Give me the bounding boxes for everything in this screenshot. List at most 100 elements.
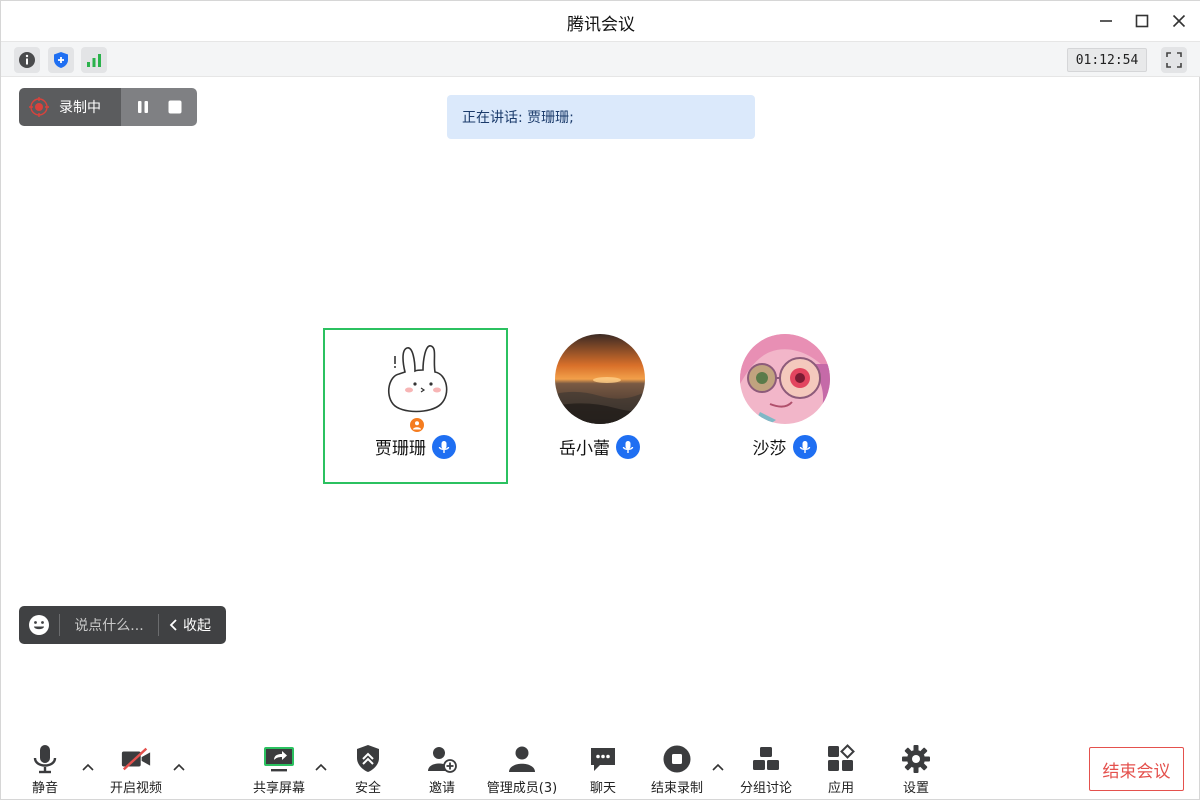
stop-recording-button[interactable] <box>163 95 187 119</box>
pause-recording-button[interactable] <box>131 95 155 119</box>
bunny-avatar-image <box>387 345 447 413</box>
microphone-icon <box>622 440 634 453</box>
fullscreen-button[interactable] <box>1161 47 1187 73</box>
mute-label: 静音 <box>31 781 58 796</box>
smiley-icon <box>29 615 49 635</box>
participant-name: 贾珊珊 <box>375 439 426 459</box>
avatar <box>739 334 830 424</box>
sunset-avatar-image <box>554 334 645 424</box>
breakout-rooms-button[interactable]: 分组讨论 <box>726 743 806 796</box>
recording-controls: 录制中 <box>19 88 197 126</box>
host-icon <box>413 421 421 430</box>
settings-label: 设置 <box>902 781 929 796</box>
members-icon <box>509 746 535 772</box>
minimize-button[interactable] <box>1094 9 1118 33</box>
minimize-icon <box>1100 20 1112 22</box>
participant-tile-3[interactable]: 沙莎 <box>692 328 877 484</box>
microphone-icon <box>799 440 810 453</box>
start-video-button[interactable]: 开启视频 <box>96 743 176 796</box>
participant-tile-1[interactable]: 贾珊珊 <box>323 328 508 484</box>
chevron-up-icon <box>712 763 724 771</box>
maximize-button[interactable] <box>1130 9 1154 33</box>
participant-name: 岳小蕾 <box>559 439 610 459</box>
meeting-timer: 01:12:54 <box>1067 48 1147 72</box>
chevron-up-icon <box>82 763 94 771</box>
chevron-left-icon <box>169 619 177 631</box>
fullscreen-icon <box>1166 52 1182 68</box>
mute-button[interactable]: 静音 <box>5 743 85 796</box>
apps-button[interactable]: 应用 <box>801 743 881 796</box>
participant-name-row: 沙莎 <box>692 434 877 459</box>
recording-indicator: 录制中 <box>19 88 121 126</box>
quick-chat-input[interactable]: 说点什么... <box>60 615 158 635</box>
share-screen-label: 共享屏幕 <box>252 781 305 796</box>
share-options-button[interactable] <box>313 759 329 775</box>
invite-label: 邀请 <box>428 781 455 796</box>
video-options-button[interactable] <box>171 759 187 775</box>
network-status-button[interactable] <box>81 47 107 73</box>
signal-icon <box>87 54 101 67</box>
recording-label: 录制中 <box>59 100 101 116</box>
pause-icon <box>138 101 148 113</box>
apps-label: 应用 <box>827 781 854 796</box>
manage-members-label: 管理成员(3) <box>486 781 558 796</box>
manage-members-button[interactable]: 管理成员(3) <box>482 743 562 796</box>
video-off-icon <box>121 747 151 771</box>
breakout-rooms-label: 分组讨论 <box>739 781 792 796</box>
participant-name-row: 贾珊珊 <box>325 434 506 459</box>
chat-bubble-icon <box>591 748 615 771</box>
quick-chat-bar: 说点什么... 收起 <box>19 606 226 644</box>
microphone-icon <box>438 440 450 453</box>
collapse-chat-button[interactable]: 收起 <box>159 615 211 635</box>
gear-icon <box>902 745 930 773</box>
settings-button[interactable]: 设置 <box>876 743 956 796</box>
recording-options-button[interactable] <box>710 759 726 775</box>
security-label: 安全 <box>354 781 381 796</box>
stop-record-icon <box>663 745 691 773</box>
record-target-icon <box>29 97 49 117</box>
window-title: 腾讯会议 <box>567 15 635 35</box>
stop-icon <box>168 100 182 114</box>
chevron-up-icon <box>173 763 185 771</box>
info-icon <box>19 52 35 68</box>
meeting-info-button[interactable] <box>14 47 40 73</box>
avatar <box>370 334 461 424</box>
avatar <box>554 334 645 424</box>
speaking-banner: 正在讲话: 贾珊珊; <box>447 95 755 139</box>
security-status-button[interactable] <box>48 47 74 73</box>
mic-on-badge <box>792 434 817 459</box>
chat-label: 聊天 <box>589 781 616 796</box>
close-button[interactable] <box>1167 9 1191 33</box>
add-person-icon <box>428 747 457 773</box>
chevron-up-icon <box>315 763 327 771</box>
end-recording-label: 结束录制 <box>650 781 703 796</box>
end-recording-button[interactable]: 结束录制 <box>637 743 717 796</box>
meeting-window: 腾讯会议 01:12:54 录制中 正在讲话: 贾珊珊; 贾珊珊 岳小蕾 沙莎 … <box>0 0 1200 800</box>
mic-on-badge <box>616 434 640 459</box>
audio-options-button[interactable] <box>80 759 96 775</box>
breakout-icon <box>753 747 779 770</box>
meeting-toolbar: 静音 开启视频 共享屏幕 安全 邀请 管理成员(3) 聊天 结束录制 分组讨论 … <box>1 737 1200 800</box>
emoji-button[interactable] <box>19 606 59 644</box>
start-video-label: 开启视频 <box>109 781 162 796</box>
share-screen-button[interactable]: 共享屏幕 <box>239 743 319 796</box>
microphone-icon <box>33 745 57 774</box>
participant-name-row: 岳小蕾 <box>507 434 692 459</box>
anime-girl-avatar-image <box>739 334 830 424</box>
collapse-label: 收起 <box>183 618 211 634</box>
close-icon <box>1172 14 1186 28</box>
invite-button[interactable]: 邀请 <box>402 743 482 796</box>
host-badge <box>408 416 426 434</box>
mic-on-badge <box>432 434 456 459</box>
end-meeting-button[interactable]: 结束会议 <box>1089 747 1184 791</box>
participant-tile-2[interactable]: 岳小蕾 <box>507 328 692 484</box>
participant-name: 沙莎 <box>752 439 787 459</box>
maximize-icon <box>1135 14 1149 28</box>
chat-button[interactable]: 聊天 <box>563 743 643 796</box>
security-button[interactable]: 安全 <box>328 743 408 796</box>
share-screen-icon <box>264 747 294 772</box>
title-bar: 腾讯会议 <box>1 1 1200 41</box>
security-shield-icon <box>357 745 379 772</box>
status-strip: 01:12:54 <box>1 41 1200 77</box>
apps-grid-icon <box>828 744 855 771</box>
